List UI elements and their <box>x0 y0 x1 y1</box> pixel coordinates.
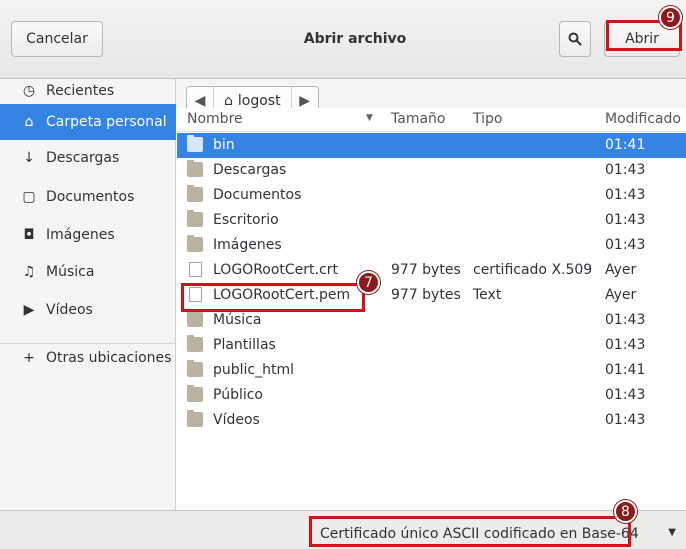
sidebar-item-label: Carpeta personal <box>46 114 167 130</box>
file-name: Vídeos <box>213 412 260 428</box>
annotation-box-file <box>181 283 365 312</box>
column-modified[interactable]: Modificado <box>605 111 681 127</box>
folder-icon <box>187 185 203 202</box>
annotation-badge: 8 <box>614 500 637 523</box>
file-row[interactable]: Vídeos 01:43 <box>177 408 686 433</box>
folder-icon <box>187 335 203 352</box>
column-headers: Nombre ▼ Tamaño Tipo Modificado <box>177 108 686 132</box>
folder-icon <box>187 310 203 327</box>
home-icon: ⌂ <box>224 93 233 109</box>
file-modified: Ayer <box>605 262 637 278</box>
folder-icon <box>187 385 203 402</box>
folder-icon <box>187 360 203 377</box>
file-size: 977 bytes <box>391 262 461 278</box>
file-modified: 01:43 <box>605 387 646 403</box>
file-row[interactable]: Plantillas 01:43 <box>177 333 686 358</box>
clock-icon: ◷ <box>22 83 36 99</box>
sidebar-item-downloads[interactable]: ↓ Descargas <box>0 140 176 176</box>
column-name[interactable]: Nombre <box>187 111 243 127</box>
file-modified: 01:43 <box>605 412 646 428</box>
file-row[interactable]: Imágenes 01:43 <box>177 233 686 258</box>
file-modified: 01:41 <box>605 362 646 378</box>
file-modified: 01:41 <box>605 137 646 153</box>
file-modified: Ayer <box>605 287 637 303</box>
sidebar-item-other-locations[interactable]: + Otras ubicaciones <box>0 340 176 376</box>
chevron-right-icon: ▶ <box>299 93 310 109</box>
file-name: Imágenes <box>213 237 282 253</box>
download-icon: ↓ <box>23 150 35 166</box>
file-name: Plantillas <box>213 337 276 353</box>
file-row[interactable]: public_html 01:41 <box>177 358 686 383</box>
sidebar-item-home[interactable]: ⌂ Carpeta personal <box>0 104 176 140</box>
plus-icon: + <box>23 350 35 366</box>
cancel-button[interactable]: Cancelar <box>11 21 103 57</box>
folder-icon <box>187 135 203 152</box>
file-row[interactable]: bin 01:41 <box>177 133 686 158</box>
sidebar-item-music[interactable]: ♫ Música <box>0 254 176 290</box>
sidebar-item-label: Otras ubicaciones <box>46 350 172 366</box>
file-name: bin <box>213 137 235 153</box>
sidebar-item-pictures[interactable]: ◘ Imágenes <box>0 217 176 253</box>
sidebar-item-documents[interactable]: ▢ Documentos <box>0 179 176 215</box>
file-modified: 01:43 <box>605 212 646 228</box>
column-type[interactable]: Tipo <box>473 111 502 127</box>
file-name: Música <box>213 312 262 328</box>
file-name: Documentos <box>213 187 302 203</box>
folder-icon <box>187 235 203 252</box>
column-size[interactable]: Tamaño <box>391 111 445 127</box>
file-modified: 01:43 <box>605 187 646 203</box>
file-modified: 01:43 <box>605 312 646 328</box>
sidebar: ◷ Recientes ⌂ Carpeta personal ↓ Descarg… <box>0 79 176 510</box>
file-name: Descargas <box>213 162 287 178</box>
video-icon: ▶ <box>23 302 35 318</box>
folder-icon <box>187 210 203 227</box>
folder-icon <box>187 410 203 427</box>
annotation-badge: 9 <box>659 6 682 29</box>
music-icon: ♫ <box>22 264 36 280</box>
file-name: LOGORootCert.crt <box>213 262 338 278</box>
sidebar-item-label: Música <box>46 264 95 280</box>
file-size: 977 bytes <box>391 287 461 303</box>
sort-down-icon: ▼ <box>366 113 373 123</box>
sidebar-item-label: Vídeos <box>46 302 93 318</box>
header-bar: Cancelar Abrir archivo Abrir <box>0 0 686 79</box>
file-type: Text <box>473 287 502 303</box>
file-name: public_html <box>213 362 295 378</box>
file-name: Escritorio <box>213 212 279 228</box>
file-row[interactable]: Descargas 01:43 <box>177 158 686 183</box>
folder-icon <box>187 160 203 177</box>
home-icon: ⌂ <box>24 114 34 130</box>
file-row[interactable]: Público 01:43 <box>177 383 686 408</box>
sidebar-item-videos[interactable]: ▶ Vídeos <box>0 292 176 328</box>
search-button[interactable] <box>559 21 591 57</box>
file-modified: 01:43 <box>605 237 646 253</box>
dialog-title: Abrir archivo <box>303 31 407 47</box>
file-row[interactable]: Documentos 01:43 <box>177 183 686 208</box>
annotation-badge: 7 <box>357 271 380 294</box>
sidebar-item-label: Descargas <box>46 150 120 166</box>
sidebar-item-label: Documentos <box>46 189 135 205</box>
search-icon <box>568 32 582 46</box>
file-row[interactable]: Escritorio 01:43 <box>177 208 686 233</box>
camera-icon: ◘ <box>23 227 35 243</box>
annotation-box-filter <box>309 516 631 547</box>
sidebar-item-label: Recientes <box>46 83 115 99</box>
file-type: certificado X.509 <box>473 262 593 278</box>
document-icon: ▢ <box>22 189 36 205</box>
file-icon <box>189 262 202 277</box>
sidebar-item-label: Imágenes <box>46 227 115 243</box>
file-row[interactable]: LOGORootCert.crt 977 bytes certificado X… <box>177 258 686 283</box>
file-modified: 01:43 <box>605 337 646 353</box>
chevron-down-icon: ▼ <box>668 527 676 538</box>
breadcrumb-label: logost <box>237 93 281 109</box>
file-modified: 01:43 <box>605 162 646 178</box>
file-name: Público <box>213 387 263 403</box>
chevron-left-icon: ◀ <box>194 93 206 109</box>
